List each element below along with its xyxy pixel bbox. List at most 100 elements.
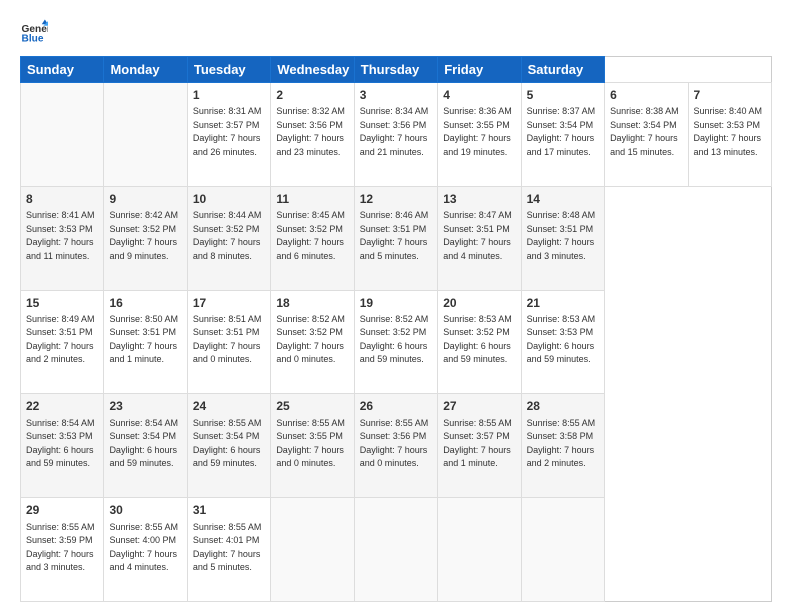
day-header-wednesday: Wednesday bbox=[271, 57, 354, 83]
day-info: Sunrise: 8:34 AMSunset: 3:56 PMDaylight:… bbox=[360, 105, 432, 159]
calendar-cell bbox=[354, 498, 437, 602]
day-number: 15 bbox=[26, 295, 98, 312]
calendar-page: General Blue SundayMondayTuesdayWednesda… bbox=[0, 0, 792, 612]
day-info: Sunrise: 8:52 AMSunset: 3:52 PMDaylight:… bbox=[276, 313, 348, 367]
day-info: Sunrise: 8:49 AMSunset: 3:51 PMDaylight:… bbox=[26, 313, 98, 367]
day-info: Sunrise: 8:44 AMSunset: 3:52 PMDaylight:… bbox=[193, 209, 265, 263]
calendar-cell: 17Sunrise: 8:51 AMSunset: 3:51 PMDayligh… bbox=[187, 290, 270, 394]
day-number: 11 bbox=[276, 191, 348, 208]
day-header-tuesday: Tuesday bbox=[187, 57, 270, 83]
calendar-cell: 3Sunrise: 8:34 AMSunset: 3:56 PMDaylight… bbox=[354, 83, 437, 187]
day-info: Sunrise: 8:55 AMSunset: 4:01 PMDaylight:… bbox=[193, 521, 265, 575]
day-number: 28 bbox=[527, 398, 599, 415]
calendar-cell: 12Sunrise: 8:46 AMSunset: 3:51 PMDayligh… bbox=[354, 186, 437, 290]
calendar-cell: 18Sunrise: 8:52 AMSunset: 3:52 PMDayligh… bbox=[271, 290, 354, 394]
calendar-cell: 4Sunrise: 8:36 AMSunset: 3:55 PMDaylight… bbox=[438, 83, 521, 187]
day-info: Sunrise: 8:54 AMSunset: 3:53 PMDaylight:… bbox=[26, 417, 98, 471]
day-header-thursday: Thursday bbox=[354, 57, 437, 83]
day-info: Sunrise: 8:52 AMSunset: 3:52 PMDaylight:… bbox=[360, 313, 432, 367]
day-info: Sunrise: 8:53 AMSunset: 3:52 PMDaylight:… bbox=[443, 313, 515, 367]
calendar-cell: 26 Sunrise: 8:55 AMSunset: 3:56 PMDayligh… bbox=[354, 394, 437, 498]
calendar-table: SundayMondayTuesdayWednesdayThursdayFrid… bbox=[20, 56, 772, 602]
calendar-cell: 13Sunrise: 8:47 AMSunset: 3:51 PMDayligh… bbox=[438, 186, 521, 290]
svg-text:Blue: Blue bbox=[22, 33, 44, 44]
calendar-cell: 19Sunrise: 8:52 AMSunset: 3:52 PMDayligh… bbox=[354, 290, 437, 394]
calendar-cell: 15Sunrise: 8:49 AMSunset: 3:51 PMDayligh… bbox=[21, 290, 104, 394]
calendar-cell bbox=[271, 498, 354, 602]
calendar-cell: 16Sunrise: 8:50 AMSunset: 3:51 PMDayligh… bbox=[104, 290, 187, 394]
day-number: 1 bbox=[193, 87, 265, 104]
day-info: Sunrise: 8:40 AMSunset: 3:53 PMDaylight:… bbox=[694, 105, 767, 159]
day-info: Sunrise: 8:38 AMSunset: 3:54 PMDaylight:… bbox=[610, 105, 682, 159]
day-number: 14 bbox=[527, 191, 599, 208]
day-info: Sunrise: 8:46 AMSunset: 3:51 PMDaylight:… bbox=[360, 209, 432, 263]
day-number: 29 bbox=[26, 502, 98, 519]
day-info: Sunrise: 8:53 AMSunset: 3:53 PMDaylight:… bbox=[527, 313, 599, 367]
calendar-cell: 29 Sunrise: 8:55 AMSunset: 3:59 PMDayligh… bbox=[21, 498, 104, 602]
day-info: Sunrise: 8:55 AMSunset: 3:54 PMDaylight:… bbox=[193, 417, 265, 471]
day-info: Sunrise: 8:36 AMSunset: 3:55 PMDaylight:… bbox=[443, 105, 515, 159]
calendar-header: SundayMondayTuesdayWednesdayThursdayFrid… bbox=[21, 57, 772, 83]
day-number: 27 bbox=[443, 398, 515, 415]
calendar-body: 1Sunrise: 8:31 AMSunset: 3:57 PMDaylight… bbox=[21, 83, 772, 602]
day-info: Sunrise: 8:45 AMSunset: 3:52 PMDaylight:… bbox=[276, 209, 348, 263]
day-info: Sunrise: 8:32 AMSunset: 3:56 PMDaylight:… bbox=[276, 105, 348, 159]
calendar-cell: 8Sunrise: 8:41 AMSunset: 3:53 PMDaylight… bbox=[21, 186, 104, 290]
day-info: Sunrise: 8:55 AMSunset: 3:59 PMDaylight:… bbox=[26, 521, 98, 575]
day-info: Sunrise: 8:47 AMSunset: 3:51 PMDaylight:… bbox=[443, 209, 515, 263]
day-number: 20 bbox=[443, 295, 515, 312]
calendar-cell: 31 Sunrise: 8:55 AMSunset: 4:01 PMDayligh… bbox=[187, 498, 270, 602]
day-number: 21 bbox=[527, 295, 599, 312]
day-info: Sunrise: 8:55 AMSunset: 3:58 PMDaylight:… bbox=[527, 417, 599, 471]
day-number: 17 bbox=[193, 295, 265, 312]
calendar-cell bbox=[104, 83, 187, 187]
day-number: 25 bbox=[276, 398, 348, 415]
day-info: Sunrise: 8:55 AMSunset: 3:57 PMDaylight:… bbox=[443, 417, 515, 471]
calendar-cell: 28 Sunrise: 8:55 AMSunset: 3:58 PMDayligh… bbox=[521, 394, 604, 498]
calendar-cell: 7Sunrise: 8:40 AMSunset: 3:53 PMDaylight… bbox=[688, 83, 772, 187]
day-number: 3 bbox=[360, 87, 432, 104]
day-number: 13 bbox=[443, 191, 515, 208]
day-number: 10 bbox=[193, 191, 265, 208]
week-row-1: 1Sunrise: 8:31 AMSunset: 3:57 PMDaylight… bbox=[21, 83, 772, 187]
day-info: Sunrise: 8:41 AMSunset: 3:53 PMDaylight:… bbox=[26, 209, 98, 263]
day-header-sunday: Sunday bbox=[21, 57, 104, 83]
day-number: 23 bbox=[109, 398, 181, 415]
day-info: Sunrise: 8:37 AMSunset: 3:54 PMDaylight:… bbox=[527, 105, 599, 159]
day-info: Sunrise: 8:55 AMSunset: 4:00 PMDaylight:… bbox=[109, 521, 181, 575]
calendar-cell bbox=[438, 498, 521, 602]
calendar-cell: 21Sunrise: 8:53 AMSunset: 3:53 PMDayligh… bbox=[521, 290, 604, 394]
day-number: 2 bbox=[276, 87, 348, 104]
day-number: 7 bbox=[694, 87, 767, 104]
day-info: Sunrise: 8:42 AMSunset: 3:52 PMDaylight:… bbox=[109, 209, 181, 263]
calendar-cell: 27 Sunrise: 8:55 AMSunset: 3:57 PMDayligh… bbox=[438, 394, 521, 498]
day-number: 26 bbox=[360, 398, 432, 415]
calendar-cell: 30 Sunrise: 8:55 AMSunset: 4:00 PMDayligh… bbox=[104, 498, 187, 602]
calendar-cell: 11Sunrise: 8:45 AMSunset: 3:52 PMDayligh… bbox=[271, 186, 354, 290]
day-number: 4 bbox=[443, 87, 515, 104]
week-row-5: 29 Sunrise: 8:55 AMSunset: 3:59 PMDayligh… bbox=[21, 498, 772, 602]
calendar-cell: 25Sunrise: 8:55 AMSunset: 3:55 PMDayligh… bbox=[271, 394, 354, 498]
day-info: Sunrise: 8:48 AMSunset: 3:51 PMDaylight:… bbox=[527, 209, 599, 263]
calendar-cell: 5Sunrise: 8:37 AMSunset: 3:54 PMDaylight… bbox=[521, 83, 604, 187]
day-info: Sunrise: 8:51 AMSunset: 3:51 PMDaylight:… bbox=[193, 313, 265, 367]
day-header-friday: Friday bbox=[438, 57, 521, 83]
day-number: 5 bbox=[527, 87, 599, 104]
calendar-cell bbox=[521, 498, 604, 602]
calendar-cell: 20Sunrise: 8:53 AMSunset: 3:52 PMDayligh… bbox=[438, 290, 521, 394]
calendar-cell: 22Sunrise: 8:54 AMSunset: 3:53 PMDayligh… bbox=[21, 394, 104, 498]
day-number: 9 bbox=[109, 191, 181, 208]
day-info: Sunrise: 8:55 AMSunset: 3:56 PMDaylight:… bbox=[360, 417, 432, 471]
calendar-cell: 10Sunrise: 8:44 AMSunset: 3:52 PMDayligh… bbox=[187, 186, 270, 290]
day-number: 19 bbox=[360, 295, 432, 312]
day-number: 6 bbox=[610, 87, 682, 104]
day-number: 31 bbox=[193, 502, 265, 519]
day-number: 18 bbox=[276, 295, 348, 312]
day-number: 30 bbox=[109, 502, 181, 519]
calendar-cell: 24Sunrise: 8:55 AMSunset: 3:54 PMDayligh… bbox=[187, 394, 270, 498]
week-row-3: 15Sunrise: 8:49 AMSunset: 3:51 PMDayligh… bbox=[21, 290, 772, 394]
calendar-cell: 2Sunrise: 8:32 AMSunset: 3:56 PMDaylight… bbox=[271, 83, 354, 187]
day-info: Sunrise: 8:31 AMSunset: 3:57 PMDaylight:… bbox=[193, 105, 265, 159]
day-header-row: SundayMondayTuesdayWednesdayThursdayFrid… bbox=[21, 57, 772, 83]
day-header-saturday: Saturday bbox=[521, 57, 604, 83]
